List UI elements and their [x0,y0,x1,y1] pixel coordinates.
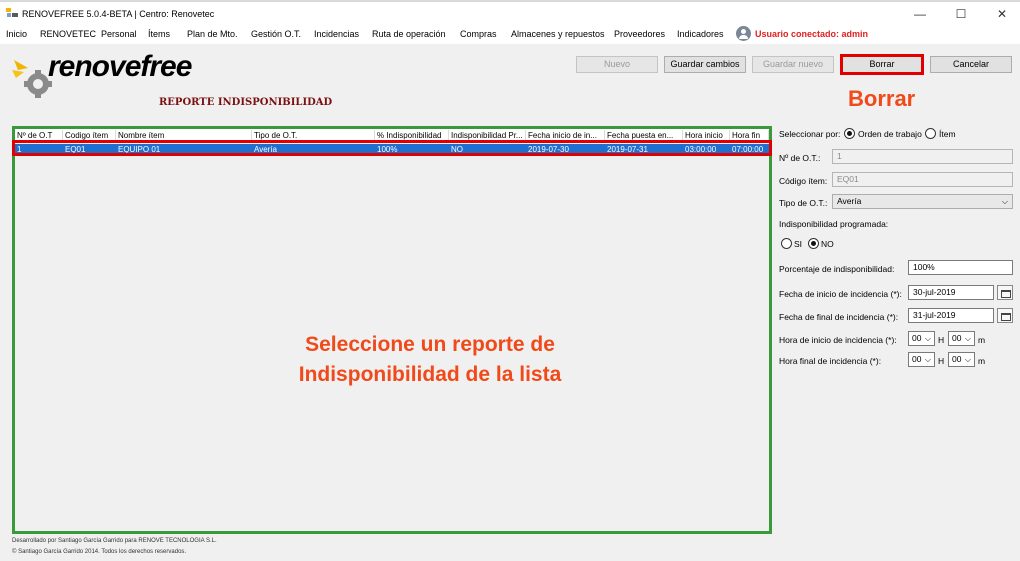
app-icon [6,8,18,17]
porcentaje-field[interactable]: 100% [908,260,1013,275]
user-icon [736,26,751,41]
title-bar: RENOVEFREE 5.0.4-BETA | Centro: Renovete… [0,0,1020,24]
hours-unit: H [938,356,945,366]
hora-final-label: Hora final de incidencia (*): [779,356,882,366]
hora-inicio-hours-value: 00 [912,333,922,343]
hora-inicio-label: Hora de inicio de incidencia (*): [779,335,897,345]
tipo-ot-value: Avería [837,196,862,206]
minutes-unit: m [978,356,986,366]
radio-si-label: SI [794,239,803,249]
page-title: REPORTE INDISPONIBILIDAD [159,97,333,108]
borrar-highlight-box [840,54,924,75]
maximize-button[interactable]: ☐ [946,5,976,23]
connected-user-label: Usuario conectado: admin [755,29,869,39]
hora-inicio-hours[interactable]: 00 ⌵ [908,331,935,346]
codigo-item-label: Código ítem: [779,176,828,186]
radio-orden-trabajo-label: Orden de trabajo [858,129,922,139]
menu-bar: Inicio RENOVETEC Personal Ítems Plan de … [0,24,1020,44]
instruction-line-2: Indisponibilidad de la lista [298,363,562,386]
selected-row-highlight-box [12,140,772,156]
hora-inicio-minutes[interactable]: 00 ⌵ [948,331,975,346]
menu-inicio[interactable]: Inicio [6,29,27,39]
footer-copyright: © Santiago García Garrido 2014. Todos lo… [12,549,187,555]
fecha-inicio-label: Fecha de inicio de incidencia (*): [779,289,902,299]
menu-almacenes[interactable]: Almacenes y repuestos [511,29,605,39]
menu-personal[interactable]: Personal [101,29,137,39]
chevron-down-icon: ⌵ [924,334,931,343]
hours-unit: H [938,335,945,345]
instruction-annotation: Seleccione un reporte de Indisponibilida… [200,330,660,390]
brand-logo-text: renovefree [48,50,192,83]
codigo-item-field[interactable]: EQ01 [832,172,1013,187]
instruction-line-1: Seleccione un reporte de [305,333,555,356]
porcentaje-label: Porcentaje de indisponibilidad: [779,264,895,274]
menu-compras[interactable]: Compras [460,29,497,39]
menu-ruta-operacion[interactable]: Ruta de operación [372,29,446,39]
menu-incidencias[interactable]: Incidencias [314,29,359,39]
window-title: RENOVEFREE 5.0.4-BETA | Centro: Renovete… [22,9,215,19]
menu-plan-mto[interactable]: Plan de Mto. [187,29,238,39]
seleccionar-por-label: Seleccionar por: [779,129,841,139]
borrar-annotation: Borrar [848,86,916,111]
nuevo-button[interactable]: Nuevo [576,56,658,73]
programada-label: Indisponibilidad programada: [779,219,889,229]
chevron-down-icon: ⌵ [924,355,931,364]
radio-no[interactable] [808,238,819,249]
hora-final-hours-value: 00 [912,354,922,364]
hora-final-minutes-value: 00 [952,354,962,364]
radio-item-label: Ítem [939,129,956,139]
chevron-down-icon: ⌵ [964,355,971,364]
radio-no-label: NO [821,239,834,249]
fecha-final-label: Fecha de final de incidencia (*): [779,312,899,322]
ot-label: Nº de O.T.: [779,153,821,163]
menu-gestion-ot[interactable]: Gestión O.T. [251,29,301,39]
menu-proveedores[interactable]: Proveedores [614,29,665,39]
radio-si[interactable] [781,238,792,249]
menu-renovetec[interactable]: RENOVETEC [40,29,96,39]
radio-item[interactable] [925,128,936,139]
fecha-inicio-field[interactable]: 30-jul-2019 [908,285,994,300]
hora-final-minutes[interactable]: 00 ⌵ [948,352,975,367]
chevron-down-icon: ⌵ [1001,197,1008,206]
fecha-final-field[interactable]: 31-jul-2019 [908,308,994,323]
footer-credit: Desarrollado por Santiago García Garrido… [12,538,217,544]
tipo-ot-label: Tipo de O.T.: [779,198,828,208]
menu-items[interactable]: Ítems [148,29,170,39]
close-button[interactable]: ✕ [987,5,1017,23]
ot-field[interactable]: 1 [832,149,1013,164]
menu-indicadores[interactable]: Indicadores [677,29,724,39]
tipo-ot-select[interactable]: Avería ⌵ [832,194,1013,209]
cancelar-button[interactable]: Cancelar [930,56,1012,73]
minimize-button[interactable]: — [905,5,935,23]
hora-inicio-minutes-value: 00 [952,333,962,343]
minutes-unit: m [978,335,986,345]
calendar-icon[interactable] [997,285,1013,300]
hora-final-hours[interactable]: 00 ⌵ [908,352,935,367]
chevron-down-icon: ⌵ [964,334,971,343]
radio-orden-trabajo[interactable] [844,128,855,139]
calendar-icon[interactable] [997,308,1013,323]
guardar-cambios-button[interactable]: Guardar cambios [664,56,746,73]
guardar-nuevo-button[interactable]: Guardar nuevo [752,56,834,73]
